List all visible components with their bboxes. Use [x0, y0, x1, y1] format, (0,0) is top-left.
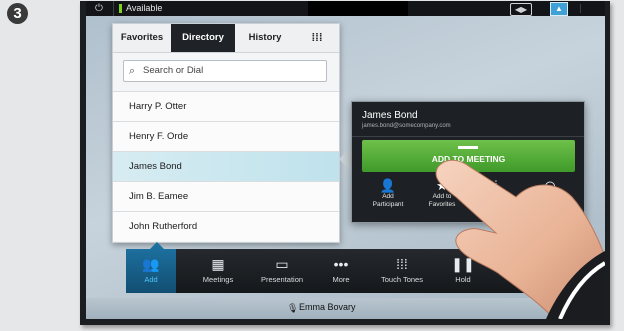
taskbar-label: Add: [144, 275, 158, 284]
info-icon: i: [494, 178, 498, 193]
action-label: Add: [382, 193, 394, 200]
contact-actions: 👤 Add Participant ★ Add to Favorites i ◠…: [362, 176, 575, 216]
bottom-taskbar: 👥 Add ▦ Meetings ▭ Presentation ••• More…: [126, 249, 601, 293]
add-to-meeting-button[interactable]: ADD TO MEETING: [362, 140, 575, 172]
hold-icon: ❚❚: [451, 256, 475, 272]
divider: [113, 1, 114, 16]
directory-panel: Favorites Directory History ⁞⁞⁞ ⌕ Harry …: [112, 23, 340, 243]
keypad-icon: ⁞⁞⁞: [396, 256, 408, 272]
add-participant-icon: 👤: [379, 178, 397, 193]
taskbar-label: Presentation: [260, 275, 304, 284]
divider: [580, 4, 601, 13]
taskbar-more-button[interactable]: ••• More: [320, 249, 362, 293]
button-accent-bar: [458, 146, 478, 149]
star-icon: ★: [436, 178, 448, 193]
taskbar-label: More: [332, 275, 350, 284]
action-label: Add to: [432, 193, 452, 200]
camera-icon[interactable]: ◀▶: [510, 3, 532, 16]
action-label: Favorites: [428, 201, 456, 208]
card-pointer: [339, 147, 351, 171]
call-status-bar: 🎙 Emma Bovary: [86, 298, 605, 319]
tab-directory[interactable]: Directory: [171, 24, 235, 52]
keypad-grid-icon[interactable]: ⁞⁞⁞: [295, 24, 339, 52]
list-item-contact-selected[interactable]: James Bond: [113, 151, 339, 181]
add-to-favorites-button[interactable]: ★ Add to Favorites: [416, 176, 468, 216]
contact-name: James Bond: [362, 110, 418, 121]
taskbar-label: Meetings: [202, 275, 234, 284]
add-participant-icon: 👥: [142, 256, 160, 272]
action-label: Participant: [372, 201, 404, 208]
touch-screen: ⏻ Available ◀▶ ▲ Favorites Directory His…: [86, 1, 605, 319]
touch-controller-frame: ⏻ Available ◀▶ ▲ Favorites Directory His…: [80, 1, 610, 325]
step-number-badge: 3: [7, 3, 28, 24]
microphone-icon: 🎙: [287, 303, 299, 313]
rate-icon: ◠: [544, 178, 556, 193]
caller-name: Emma Bovary: [299, 302, 356, 312]
taskbar-hold-button[interactable]: ❚❚ Hold: [442, 249, 484, 293]
list-item-contact[interactable]: Harry P. Otter: [113, 91, 339, 121]
list-item-contact[interactable]: Henry F. Orde: [113, 121, 339, 151]
taskbar-presentation-button[interactable]: ▭ Presentation: [254, 249, 310, 293]
rate-button[interactable]: ◠ Rate: [524, 176, 576, 216]
info-button[interactable]: i: [470, 176, 522, 216]
contact-email: james.bond@somecompany.com: [362, 123, 451, 129]
taskbar-meetings-button[interactable]: ▦ Meetings: [192, 249, 244, 293]
add-to-meeting-label: ADD TO MEETING: [431, 154, 506, 164]
add-participant-button[interactable]: 👤 Add Participant: [362, 176, 414, 216]
taskbar-touch-tones-button[interactable]: ⁞⁞⁞ Touch Tones: [372, 249, 432, 293]
action-label: Rate: [543, 193, 557, 200]
taskbar-label: Touch Tones: [381, 275, 423, 284]
more-icon: •••: [333, 256, 349, 272]
top-bar-center-block: [308, 1, 408, 16]
taskbar-add-button[interactable]: 👥 Add: [126, 249, 176, 293]
taskbar-label: Hold: [455, 275, 471, 284]
selfview-icon[interactable]: ▲: [550, 2, 568, 16]
availability-indicator: [119, 4, 122, 13]
list-item-contact[interactable]: John Rutherford: [113, 211, 339, 241]
divider: [352, 136, 584, 137]
search-box: ⌕: [123, 60, 327, 82]
top-status-bar: ⏻ Available ◀▶ ▲: [86, 1, 605, 16]
calendar-icon: ▦: [211, 256, 225, 272]
contact-list: Harry P. Otter Henry F. Orde James Bond …: [113, 91, 339, 241]
tab-history[interactable]: History: [235, 24, 295, 52]
power-icon[interactable]: ⏻: [95, 3, 106, 14]
availability-status[interactable]: Available: [126, 2, 162, 15]
active-tab-pointer: [150, 242, 164, 249]
list-item-contact[interactable]: Jim B. Eamee: [113, 181, 339, 211]
directory-tabs: Favorites Directory History ⁞⁞⁞: [113, 24, 339, 53]
tab-favorites[interactable]: Favorites: [113, 24, 171, 52]
search-input[interactable]: [143, 63, 321, 78]
contact-card: James Bond james.bond@somecompany.com AD…: [351, 101, 585, 223]
search-icon: ⌕: [129, 65, 136, 77]
presentation-icon: ▭: [275, 256, 289, 272]
